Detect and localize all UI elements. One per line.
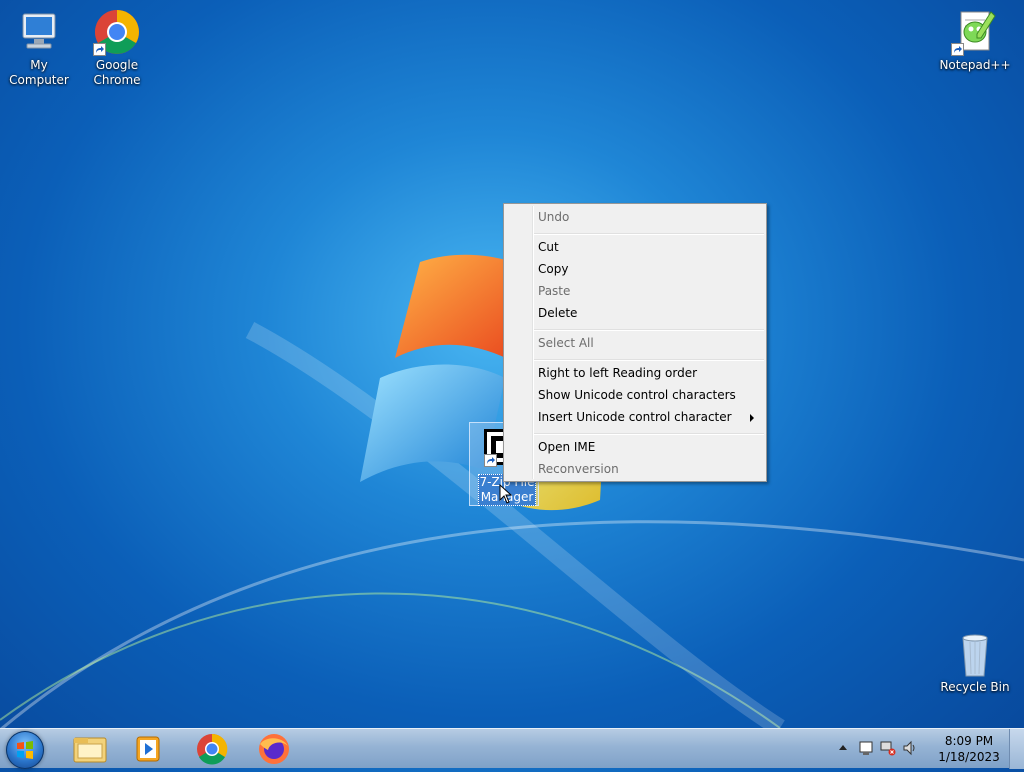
network-icon[interactable] <box>880 740 896 756</box>
menu-separator <box>534 433 764 435</box>
desktop-icon-recycle-bin[interactable]: Recycle Bin <box>936 630 1014 695</box>
menu-item-delete[interactable]: Delete <box>506 302 764 324</box>
menu-item-copy[interactable]: Copy <box>506 258 764 280</box>
computer-icon <box>15 8 63 56</box>
menu-item-select-all[interactable]: Select All <box>506 332 764 354</box>
action-center-icon[interactable] <box>858 740 874 756</box>
desktop-icon-google-chrome[interactable]: Google Chrome <box>78 8 156 88</box>
desktop-icon-label: My Computer <box>9 58 69 87</box>
menu-item-insert-unicode-control[interactable]: Insert Unicode control character <box>506 406 764 428</box>
recycle-bin-icon <box>951 630 999 678</box>
menu-item-paste[interactable]: Paste <box>506 280 764 302</box>
windows-logo-icon <box>17 741 33 759</box>
menu-separator <box>534 233 764 235</box>
taskbar-chrome[interactable] <box>186 732 238 766</box>
mouse-cursor-icon <box>499 484 513 504</box>
notepad-plus-plus-icon <box>951 8 999 56</box>
submenu-arrow-icon <box>750 414 754 422</box>
desktop-icon-label: Chrome <box>93 73 141 87</box>
menu-item-open-ime[interactable]: Open IME <box>506 436 764 458</box>
taskbar-firefox[interactable] <box>248 732 300 766</box>
shortcut-arrow-icon <box>484 454 497 467</box>
show-desktop-button[interactable] <box>1009 729 1024 769</box>
show-hidden-icons-icon[interactable] <box>838 743 848 751</box>
clock-time: 8:09 PM <box>944 734 994 748</box>
start-button[interactable] <box>6 731 44 769</box>
desktop-icon-label: Google <box>95 58 139 72</box>
windows-explorer-icon <box>73 737 107 763</box>
menu-separator <box>534 329 764 331</box>
clock[interactable]: 8:09 PM 1/18/2023 <box>934 733 1004 765</box>
menu-item-reconversion[interactable]: Reconversion <box>506 458 764 480</box>
taskbar-windows-explorer[interactable] <box>64 732 116 766</box>
chrome-icon <box>197 733 228 765</box>
media-player-icon <box>136 736 160 762</box>
desktop-icon-label: Notepad++ <box>939 58 1011 72</box>
system-tray: 8:09 PM 1/18/2023 <box>834 729 1024 769</box>
menu-item-undo[interactable]: Undo <box>506 206 764 228</box>
context-menu: Undo Cut Copy Paste Delete Select All Ri… <box>503 203 767 482</box>
firefox-icon <box>259 734 289 764</box>
menu-item-label: Insert Unicode control character <box>538 410 732 424</box>
taskbar: 8:09 PM 1/18/2023 <box>0 728 1024 769</box>
desktop-icon-label: Recycle Bin <box>940 680 1010 694</box>
clock-date: 1/18/2023 <box>938 750 1000 764</box>
chrome-icon <box>93 8 141 56</box>
menu-item-show-unicode-control[interactable]: Show Unicode control characters <box>506 384 764 406</box>
desktop-icon-my-computer[interactable]: My Computer <box>0 8 78 88</box>
shortcut-arrow-icon <box>93 43 106 56</box>
volume-icon[interactable] <box>902 740 918 756</box>
desktop-icon-notepad-plus-plus[interactable]: Notepad++ <box>936 8 1014 73</box>
shortcut-arrow-icon <box>951 43 964 56</box>
menu-separator <box>534 359 764 361</box>
menu-item-rtl-reading-order[interactable]: Right to left Reading order <box>506 362 764 384</box>
taskbar-media-player[interactable] <box>122 732 174 766</box>
menu-item-cut[interactable]: Cut <box>506 236 764 258</box>
